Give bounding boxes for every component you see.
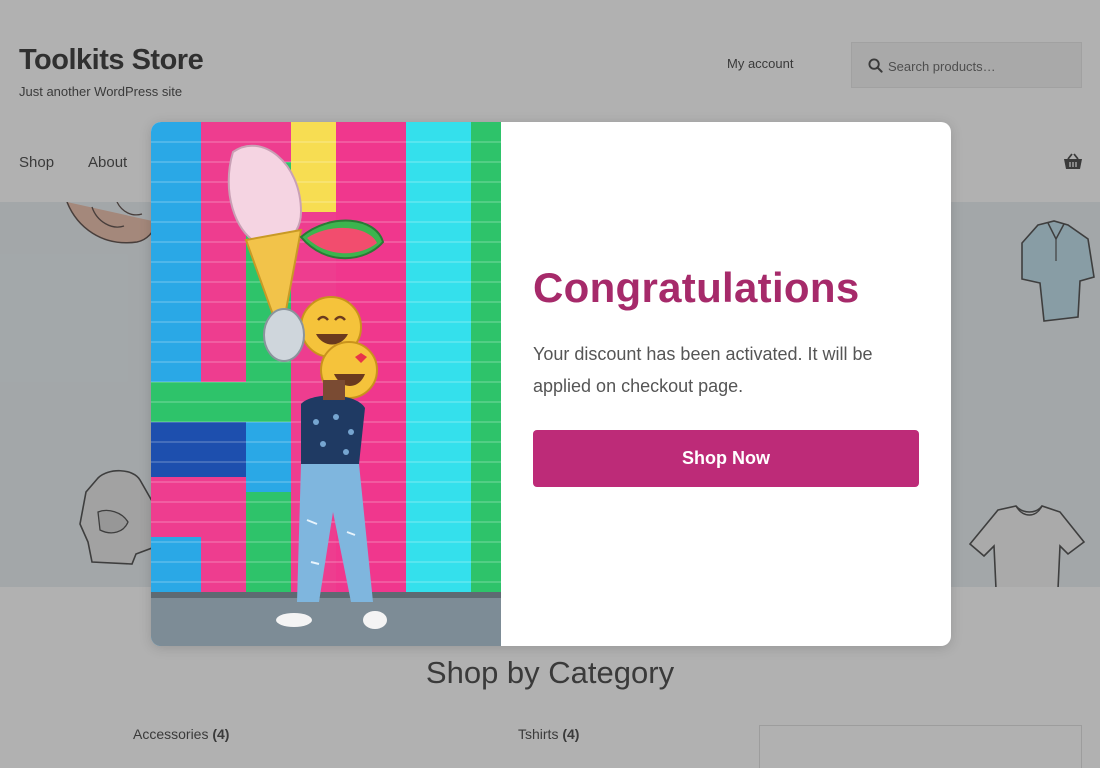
popup-message: Your discount has been activated. It wil… bbox=[533, 344, 873, 396]
popup-image bbox=[151, 122, 501, 646]
discount-popup: Congratulations Your discount has been a… bbox=[151, 122, 951, 646]
popup-title: Congratulations bbox=[533, 264, 860, 311]
woman-with-balloons-photo bbox=[151, 122, 501, 646]
shop-now-button[interactable]: Shop Now bbox=[533, 430, 919, 487]
popup-content: Congratulations Your discount has been a… bbox=[501, 122, 951, 646]
